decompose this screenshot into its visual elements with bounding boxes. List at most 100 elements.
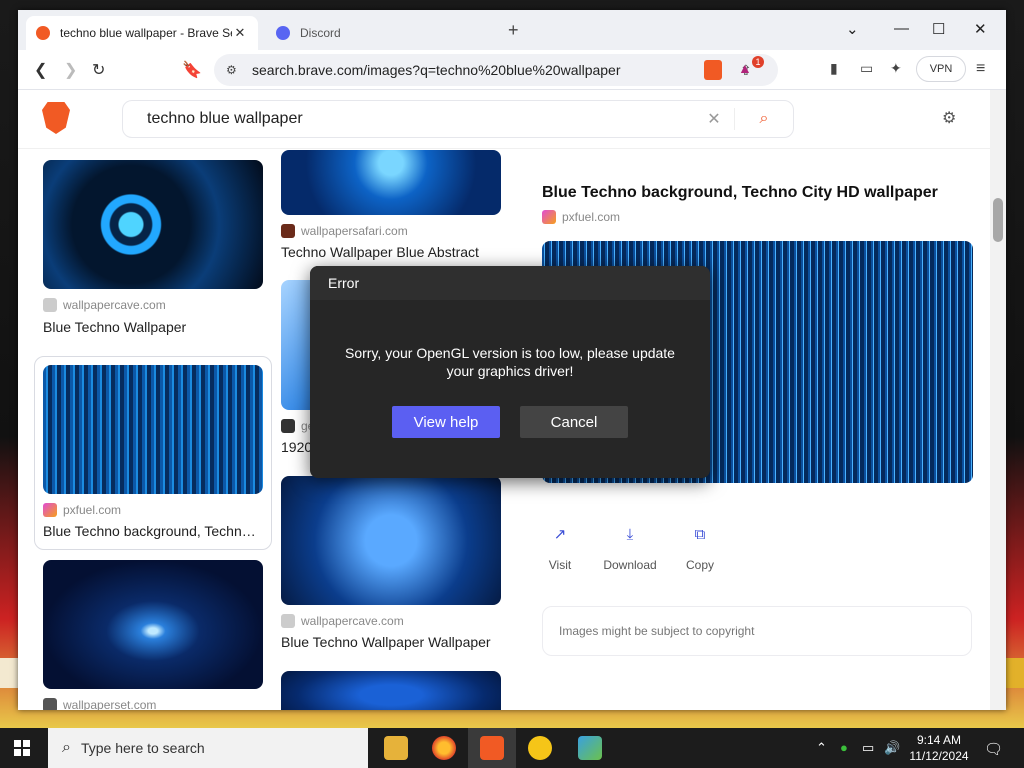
result-caption[interactable]: Blue Techno background, Techno City HD w… bbox=[43, 523, 263, 539]
copy-label: Copy bbox=[685, 558, 714, 572]
copyright-note: Images might be subject to copyright bbox=[542, 606, 972, 656]
image-result-thumb[interactable] bbox=[281, 476, 501, 605]
tab-title: Discord bbox=[300, 26, 341, 40]
image-result-thumb[interactable] bbox=[43, 560, 263, 689]
source-favicon-icon bbox=[542, 210, 556, 224]
tab-brave-search[interactable]: techno blue wallpaper - Brave Search ✕ bbox=[26, 16, 258, 50]
clock-date: 11/12/2024 bbox=[909, 749, 969, 763]
maximize-button[interactable]: ☐ bbox=[932, 20, 945, 38]
source-favicon-icon bbox=[43, 698, 57, 710]
back-button[interactable]: ❮ bbox=[34, 60, 47, 80]
vpn-button[interactable]: VPN bbox=[916, 56, 966, 82]
minimize-button[interactable]: — bbox=[894, 20, 909, 37]
close-window-button[interactable]: ✕ bbox=[974, 20, 987, 38]
bookmark-icon[interactable]: 🔖 bbox=[182, 60, 202, 80]
tab-search-chevron-icon[interactable]: ⌄ bbox=[846, 20, 859, 38]
leo-ai-icon[interactable]: ✦ bbox=[890, 60, 902, 77]
download-icon: ⤓ bbox=[626, 525, 634, 543]
image-result-thumb[interactable] bbox=[43, 160, 263, 289]
search-icon[interactable]: ⌕ bbox=[735, 110, 793, 128]
new-tab-button[interactable]: + bbox=[508, 20, 519, 41]
result-caption[interactable]: Techno Wallpaper Blue Abstract bbox=[281, 244, 503, 260]
arrow-up-right-icon: ↗ bbox=[553, 526, 567, 543]
image-result-thumb[interactable] bbox=[43, 365, 263, 494]
brave-shields-icon[interactable] bbox=[704, 60, 722, 80]
brave-logo-icon[interactable] bbox=[42, 102, 70, 134]
close-tab-icon[interactable]: ✕ bbox=[232, 25, 248, 41]
detail-title: Blue Techno background, Techno City HD w… bbox=[542, 184, 938, 201]
network-icon[interactable]: ▭ bbox=[862, 740, 874, 756]
url-bar[interactable]: ⚙ search.brave.com/images?q=techno%20blu… bbox=[214, 54, 778, 86]
file-explorer-icon[interactable] bbox=[384, 736, 408, 760]
source-favicon-icon bbox=[281, 224, 295, 238]
header-divider bbox=[18, 148, 990, 149]
site-settings-icon[interactable]: ⚙ bbox=[226, 63, 252, 77]
rewards-icon[interactable]: ▲ bbox=[738, 60, 752, 76]
menu-icon[interactable]: ≡ bbox=[976, 60, 985, 78]
volume-icon[interactable]: 🔊 bbox=[884, 740, 900, 756]
cancel-button[interactable]: Cancel bbox=[520, 406, 628, 438]
source-text: wallpaperset.com bbox=[63, 698, 157, 710]
discord-tab-icon bbox=[276, 26, 290, 40]
user-icon[interactable]: ● bbox=[840, 740, 848, 755]
source-favicon-icon bbox=[281, 614, 295, 628]
view-help-button[interactable]: View help bbox=[392, 406, 500, 438]
notifications-icon[interactable]: 🗨 bbox=[984, 740, 1003, 758]
sidebar-icon[interactable]: ▮ bbox=[830, 60, 838, 77]
taskbar-search[interactable]: ⌕ Type here to search bbox=[48, 728, 368, 768]
visit-button[interactable]: ↗ Visit bbox=[530, 518, 590, 572]
reload-button[interactable]: ↻ bbox=[92, 60, 105, 80]
image-icon bbox=[281, 419, 295, 433]
taskbar: ⌕ Type here to search ⌃ ● ▭ 🔊 9:14 AM 11… bbox=[0, 728, 1024, 768]
tab-discord[interactable]: Discord bbox=[268, 16, 498, 50]
windows-start-icon[interactable] bbox=[14, 740, 30, 756]
tab-bar: techno blue wallpaper - Brave Search ✕ D… bbox=[18, 10, 1006, 50]
clock-time: 9:14 AM bbox=[916, 733, 962, 747]
image-result-thumb[interactable] bbox=[281, 150, 501, 215]
copy-icon: ⧉ bbox=[694, 525, 706, 543]
source-favicon-icon bbox=[43, 298, 57, 312]
download-button[interactable]: ⤓ Download bbox=[600, 518, 660, 573]
source-text: wallpapersafari.com bbox=[301, 224, 408, 238]
result-source: wallpaperset.com bbox=[43, 698, 156, 710]
scrollbar-thumb[interactable] bbox=[993, 198, 1003, 242]
download-label: Download bbox=[603, 558, 657, 572]
brave-tab-icon bbox=[36, 26, 50, 40]
settings-gear-icon[interactable]: ⚙ bbox=[942, 108, 956, 128]
app-icon[interactable] bbox=[528, 736, 552, 760]
app-icon[interactable] bbox=[578, 736, 602, 760]
firefox-icon[interactable] bbox=[432, 736, 456, 760]
wallet-icon[interactable]: ▭ bbox=[860, 60, 873, 77]
error-dialog: Error Sorry, your OpenGL version is too … bbox=[310, 266, 710, 478]
address-toolbar: ❮ ❯ ↻ 🔖 ⚙ search.brave.com/images?q=tech… bbox=[18, 50, 1006, 90]
detail-source[interactable]: pxfuel.com bbox=[542, 210, 620, 224]
tab-title: techno blue wallpaper - Brave Search bbox=[60, 26, 232, 40]
forward-button[interactable]: ❯ bbox=[64, 60, 77, 80]
url-text: search.brave.com/images?q=techno%20blue%… bbox=[252, 62, 621, 78]
search-input[interactable]: techno blue wallpaper bbox=[147, 110, 694, 128]
copy-button[interactable]: ⧉ Copy bbox=[670, 518, 730, 573]
source-favicon-icon bbox=[43, 503, 57, 517]
search-box[interactable]: techno blue wallpaper ✕ ⌕ bbox=[122, 100, 794, 138]
source-text: wallpapercave.com bbox=[301, 614, 404, 628]
result-caption[interactable]: Blue Techno Wallpaper bbox=[43, 319, 265, 335]
image-result-thumb[interactable] bbox=[281, 671, 501, 710]
brave-taskbar-icon[interactable] bbox=[480, 736, 504, 760]
clear-search-icon[interactable]: ✕ bbox=[694, 109, 734, 129]
result-source: pxfuel.com bbox=[43, 503, 121, 517]
detail-source-text: pxfuel.com bbox=[562, 210, 621, 224]
taskbar-search-placeholder: Type here to search bbox=[80, 740, 205, 756]
visit-label: Visit bbox=[548, 558, 572, 572]
clock[interactable]: 9:14 AM 11/12/2024 bbox=[904, 732, 974, 764]
source-text: wallpapercave.com bbox=[63, 298, 166, 312]
search-icon: ⌕ bbox=[62, 739, 71, 756]
source-text: pxfuel.com bbox=[63, 503, 122, 517]
dialog-message: Sorry, your OpenGL version is too low, p… bbox=[345, 345, 675, 379]
result-source: wallpapercave.com bbox=[281, 614, 404, 628]
result-source: wallpapersafari.com bbox=[281, 224, 408, 238]
result-caption[interactable]: Blue Techno Wallpaper Wallpaper bbox=[281, 634, 503, 650]
notification-badge: 1 bbox=[752, 56, 764, 68]
result-source: wallpapercave.com bbox=[43, 298, 166, 312]
page-scrollbar[interactable] bbox=[990, 90, 1006, 710]
show-hidden-icons-chevron-icon[interactable]: ⌃ bbox=[816, 740, 827, 756]
